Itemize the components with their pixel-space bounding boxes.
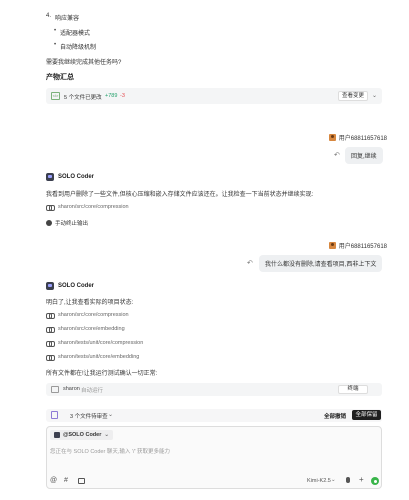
user-avatar [328, 134, 336, 141]
section-heading-text: 响应兼容 [55, 16, 80, 22]
user-avatar [328, 242, 336, 249]
terminal-project: sharon [63, 386, 80, 392]
bot-message-text: 明白了,让我查看实际的项目状态: [46, 300, 134, 306]
user-header: 用户68811657618 [328, 133, 387, 142]
agent-mention-label: @SOLO Coder [63, 432, 102, 438]
agent-mention-chip[interactable]: @SOLO Coder ⌄ [50, 430, 113, 440]
bot-header: SOLO Coder [46, 282, 94, 290]
stop-icon [46, 220, 52, 226]
microphone-icon[interactable] [346, 477, 350, 483]
chat-input[interactable]: 您正在与 SOLO Coder 聊天,输入 '/' 获取更多能力 [50, 447, 170, 455]
hash-icon[interactable]: # [64, 477, 68, 484]
bot-header: SOLO Coder [46, 173, 94, 181]
lines-removed: -3 [120, 93, 125, 99]
user-message-bubble: 我什么都没有删除,请查看项目,西非上下文 [259, 255, 383, 272]
list-marker: 4. [46, 13, 52, 19]
stopped-status: 手动终止输出 [46, 219, 88, 227]
reject-all-button[interactable]: 全部撤销 [324, 412, 346, 420]
file-path: sharon/src/core/embedding [58, 326, 125, 332]
changed-files-bar[interactable]: </> 5 个文件已更改 +789 -3 查看变更 ⌄ [46, 88, 382, 104]
chevron-down-icon: ⌄ [104, 432, 109, 438]
link-icon [46, 355, 55, 361]
pending-label: 3 个文件待审查 [70, 414, 108, 420]
bot-avatar [46, 173, 54, 181]
undo-icon[interactable]: ↶ [247, 259, 253, 267]
file-path: sharon/src/core/compression [58, 312, 129, 318]
bullet-item: 自动降级机制 [54, 42, 96, 51]
section-heading: 4. 响应兼容 [46, 13, 79, 22]
bot-name: SOLO Coder [58, 174, 95, 180]
pending-review-bar[interactable]: 3 个文件待审查 ⌄ 全部撤销 全部保留 [46, 409, 382, 422]
user-message-bubble: 回复,继续 [345, 147, 383, 164]
terminal-button[interactable]: 终端 [338, 385, 368, 394]
code-file-icon: </> [51, 92, 60, 100]
user-header: 用户68811657618 [328, 241, 387, 250]
at-mention-icon[interactable]: @ [50, 477, 57, 484]
terminal-bar[interactable]: sharon 自动运行 终端 [46, 383, 382, 396]
chevron-down-icon[interactable]: ⌄ [331, 477, 336, 483]
bullet-item: 适配器模式 [54, 28, 90, 37]
agent-icon [54, 432, 60, 438]
undo-icon[interactable]: ↶ [334, 151, 340, 159]
file-path: sharon/tests/unit/core/embedding [58, 354, 140, 360]
view-changes-button[interactable]: 查看变更 [338, 91, 368, 101]
file-reference[interactable]: sharon/src/core/compression [46, 204, 129, 211]
link-icon [46, 327, 55, 333]
chevron-down-icon[interactable]: ⌄ [372, 92, 377, 99]
follow-up-question: 需要我继续完成其他任务吗? [46, 60, 122, 66]
stopped-label: 手动终止输出 [55, 221, 89, 227]
file-path: sharon/tests/unit/core/compression [58, 340, 144, 346]
document-icon [51, 411, 58, 419]
link-icon [46, 341, 55, 347]
lines-added: +789 [105, 93, 118, 99]
chevron-down-icon[interactable]: ⌄ [108, 411, 113, 418]
file-reference[interactable]: sharon/tests/unit/core/compression [46, 340, 144, 347]
file-reference[interactable]: sharon/src/core/compression [46, 312, 129, 319]
keep-all-button[interactable]: 全部保留 [352, 410, 381, 420]
bot-message-text: 所有文件都在!让我运行测试确认一切正常: [46, 371, 158, 377]
send-icon [373, 479, 377, 483]
bot-avatar [46, 282, 54, 290]
link-icon [46, 205, 55, 211]
terminal-icon [51, 386, 59, 393]
changed-files-label: 5 个文件已更改 [64, 95, 102, 101]
user-name: 用户68811657618 [338, 136, 387, 142]
model-selector[interactable]: Kimi-K2.5 [307, 478, 331, 484]
user-name: 用户68811657618 [338, 244, 387, 250]
bot-message-text: 我看到用户删除了一些文件,但核心压缩和嵌入存储文件应该还在。让我检查一下当前状态… [46, 192, 314, 198]
bot-name: SOLO Coder [58, 283, 95, 289]
artifacts-title: 产物汇总 [46, 74, 74, 81]
image-icon[interactable] [78, 478, 85, 484]
link-icon [46, 313, 55, 319]
file-path: sharon/src/core/compression [58, 204, 129, 210]
file-reference[interactable]: sharon/src/core/embedding [46, 326, 125, 333]
file-reference[interactable]: sharon/tests/unit/core/embedding [46, 354, 140, 361]
add-icon[interactable]: + [359, 475, 364, 484]
terminal-status: 自动运行 [81, 388, 104, 394]
